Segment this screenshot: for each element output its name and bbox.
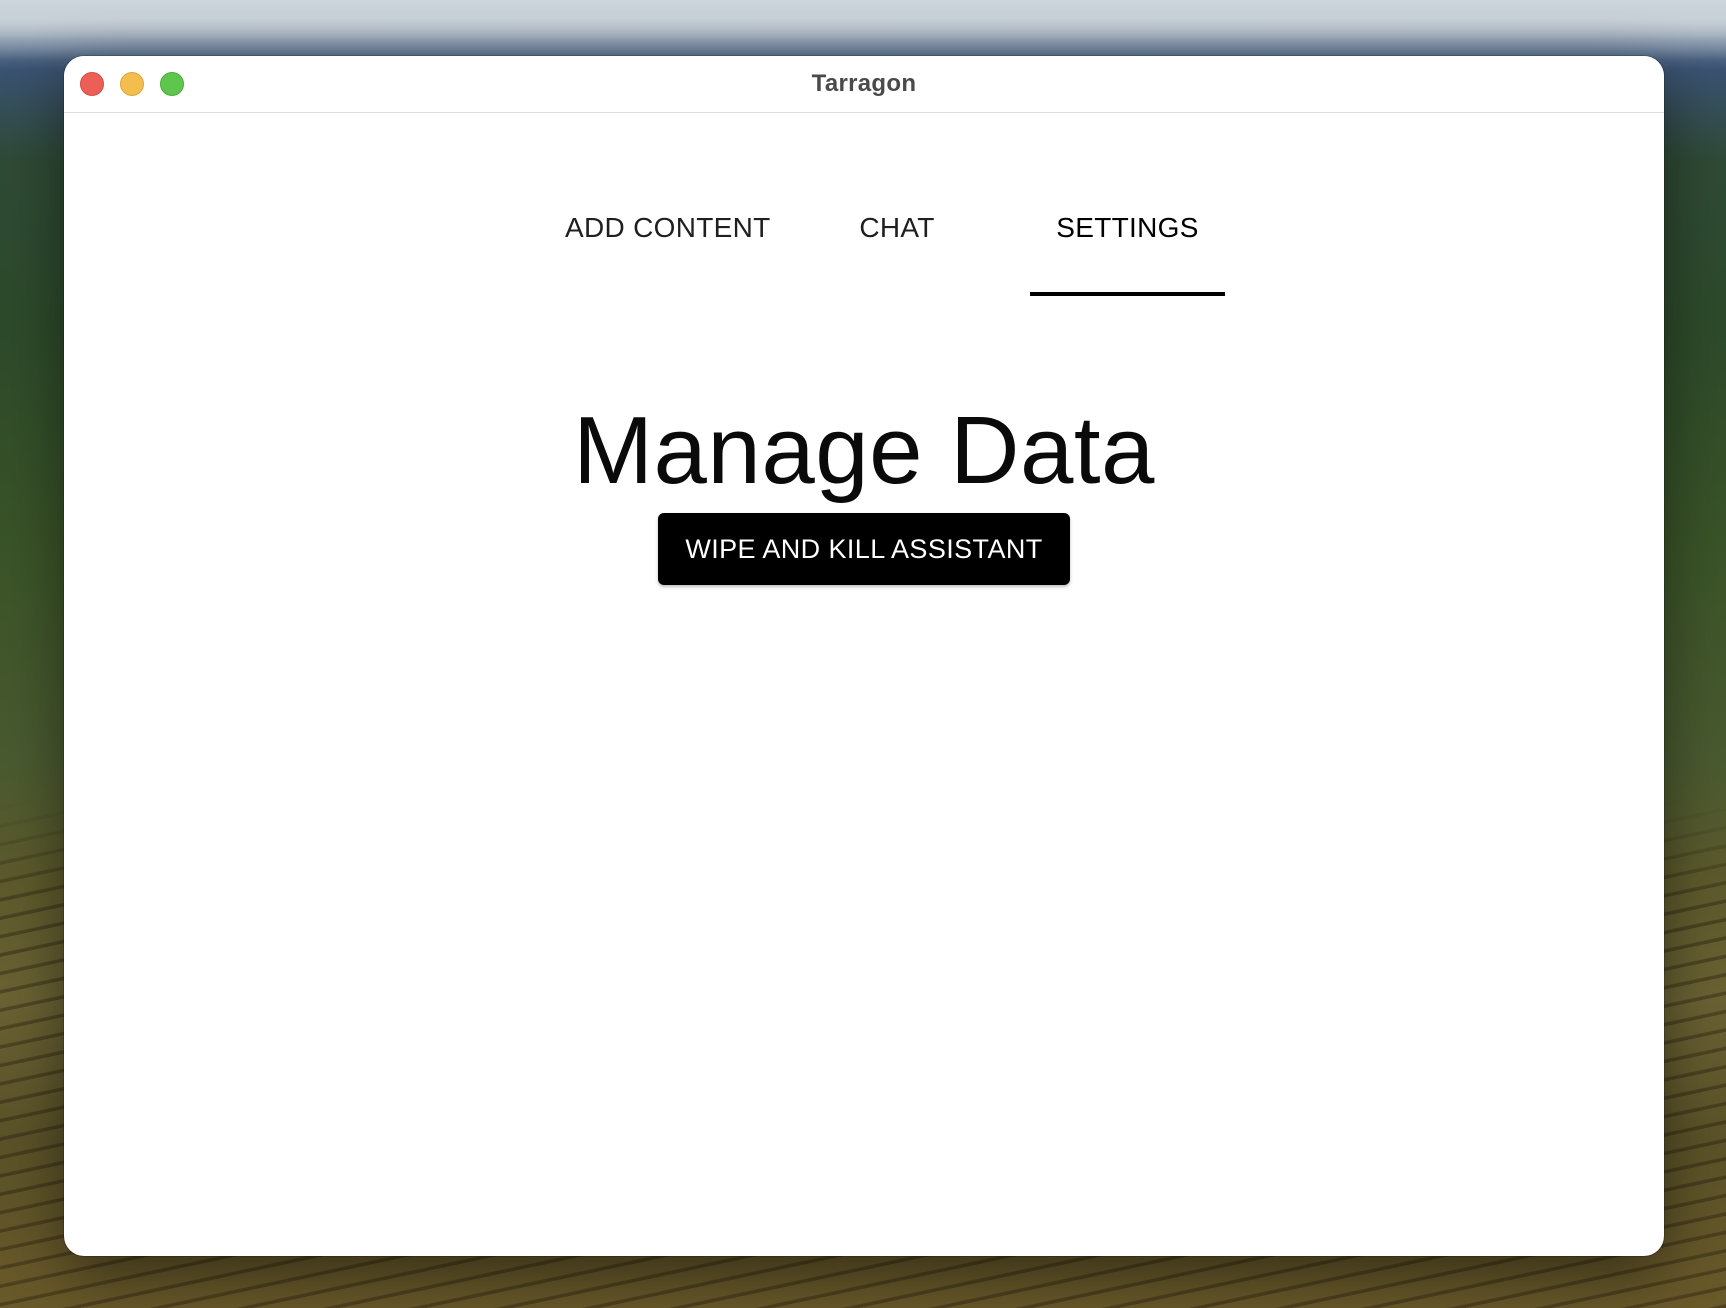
active-tab-indicator bbox=[1030, 292, 1225, 296]
tab-bar: ADD CONTENT CHAT SETTINGS bbox=[64, 112, 1664, 296]
window-title: Tarragon bbox=[811, 70, 917, 97]
page-title: Manage Data bbox=[573, 397, 1155, 504]
wipe-and-kill-assistant-button[interactable]: WIPE AND KILL ASSISTANT bbox=[658, 513, 1070, 585]
tab-chat[interactable]: CHAT bbox=[857, 212, 937, 244]
title-bar: Tarragon bbox=[64, 56, 1664, 113]
tab-add-content[interactable]: ADD CONTENT bbox=[565, 212, 770, 244]
app-window: Tarragon ADD CONTENT CHAT SETTINGS Manag… bbox=[64, 56, 1664, 1256]
tab-settings[interactable]: SETTINGS bbox=[1030, 212, 1225, 244]
